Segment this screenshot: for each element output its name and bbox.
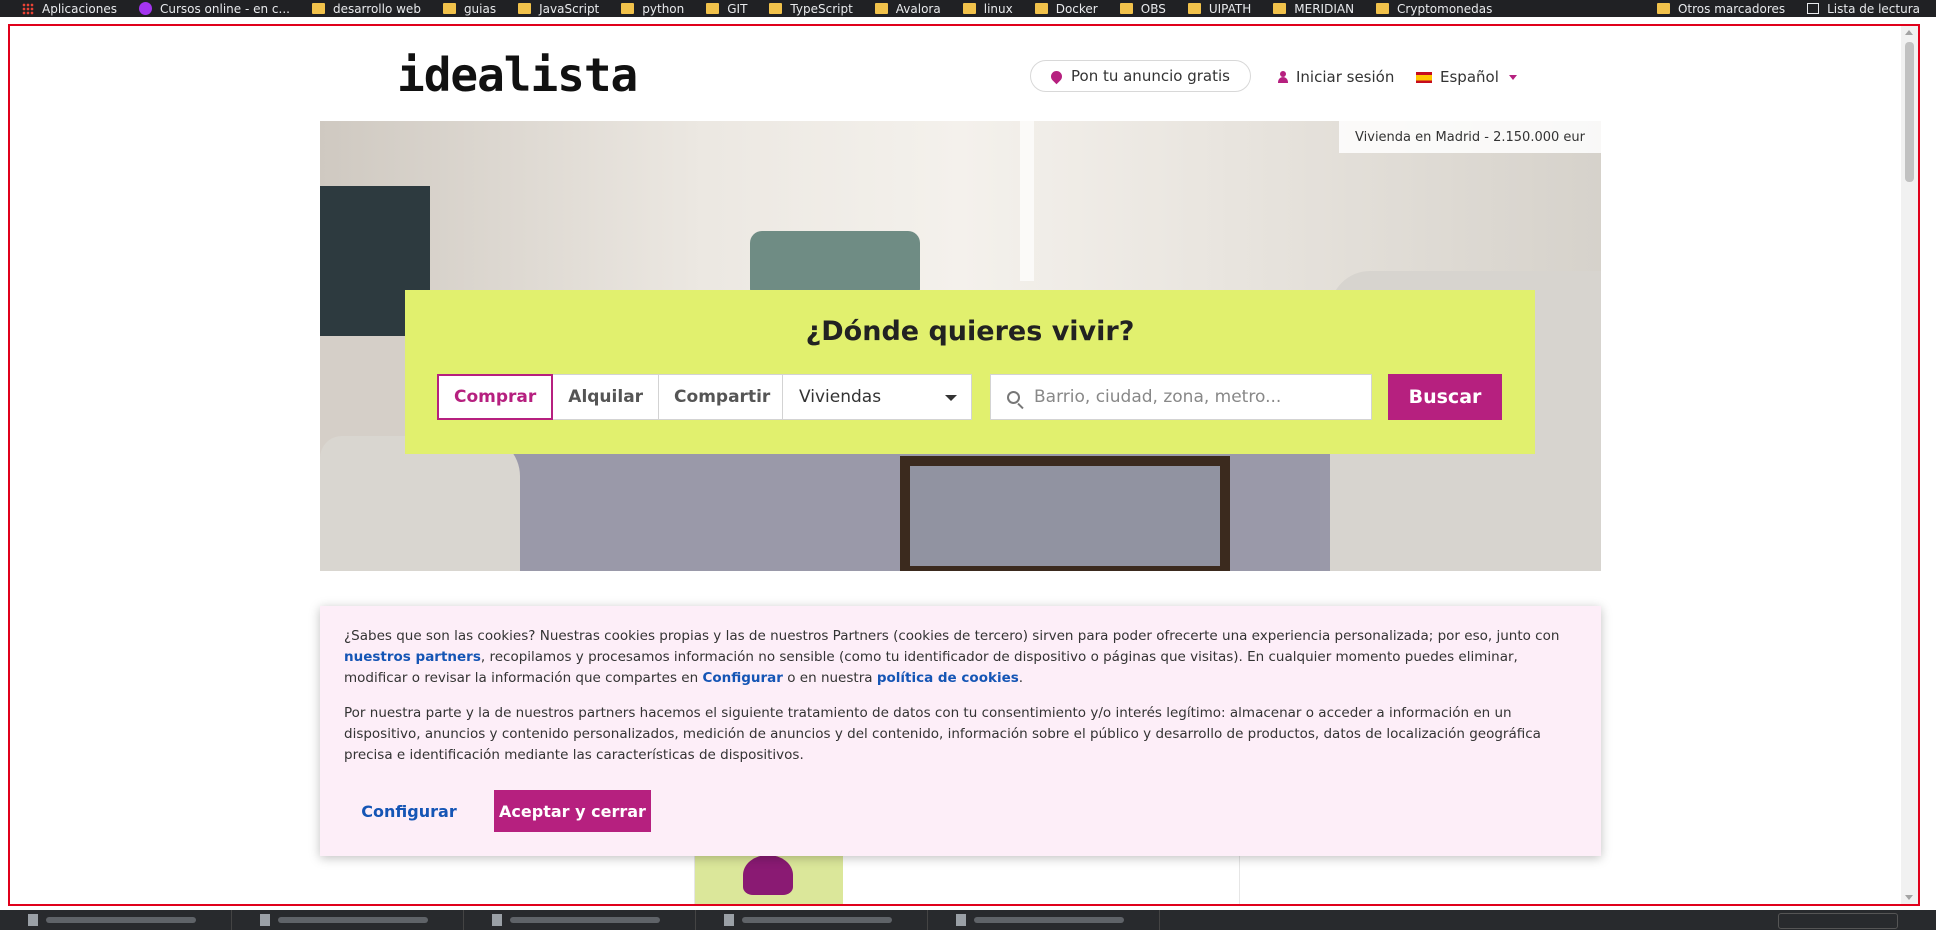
bookmark-folder[interactable]: Docker (1034, 2, 1098, 16)
operation-tabs: Comprar Alquilar Compartir (437, 374, 787, 420)
folder-icon (1656, 3, 1670, 14)
search-title: ¿Dónde quieres vivir? (805, 316, 1135, 347)
post-ad-button[interactable]: Pon tu anuncio gratis (1030, 60, 1251, 92)
download-item[interactable] (464, 910, 696, 930)
location-placeholder: Barrio, ciudad, zona, metro... (1034, 387, 1282, 407)
bookmark-reading-list[interactable]: Lista de lectura (1807, 2, 1920, 16)
file-icon (28, 914, 38, 926)
spain-flag-icon (1416, 71, 1432, 83)
chevron-down-icon (1508, 74, 1517, 80)
bookmarks-bar: Aplicaciones Cursos online - en c... des… (0, 0, 1936, 17)
configure-button[interactable]: Configurar (344, 790, 474, 832)
accept-close-button[interactable]: Aceptar y cerrar (494, 790, 651, 832)
folder-icon (1376, 3, 1390, 14)
bookmark-other[interactable]: Otros marcadores (1656, 2, 1785, 16)
download-item[interactable] (0, 910, 232, 930)
folder-icon (1119, 3, 1133, 14)
property-type-value: Viviendas (799, 387, 882, 407)
bookmark-folder[interactable]: GIT (706, 2, 747, 16)
cookie-text-2: Por nuestra parte y la de nuestros partn… (344, 705, 1541, 763)
bookmark-folder[interactable]: Avalora (874, 2, 941, 16)
login-link[interactable]: Iniciar sesión (1278, 68, 1394, 86)
pin-icon (1048, 68, 1065, 84)
tab-comprar[interactable]: Comprar (437, 374, 554, 420)
bookmark-folder[interactable]: OBS (1119, 2, 1166, 16)
scroll-up-arrow-icon[interactable] (1905, 30, 1913, 35)
chevron-down-icon (945, 395, 957, 401)
flower-illustration (743, 855, 793, 895)
cookie-policy-link[interactable]: política de cookies (877, 670, 1019, 686)
cookie-text-1: ¿Sabes que son las cookies? Nuestras coo… (344, 628, 1560, 686)
search-button[interactable]: Buscar (1388, 374, 1502, 420)
language-label: Español (1440, 68, 1499, 86)
folder-icon (1034, 3, 1048, 14)
login-label: Iniciar sesión (1296, 68, 1395, 86)
search-icon (1007, 390, 1020, 404)
folder-icon (442, 3, 456, 14)
bookmark-folder[interactable]: TypeScript (769, 2, 853, 16)
search-panel: ¿Dónde quieres vivir? Comprar Alquilar C… (405, 290, 1535, 454)
page-viewport: idealista Pon tu anuncio gratis Iniciar … (8, 24, 1920, 906)
vertical-scrollbar[interactable] (1901, 26, 1918, 904)
bookmark-folder[interactable]: UIPATH (1187, 2, 1251, 16)
bookmark-cursos[interactable]: Cursos online - en c... (138, 2, 290, 16)
file-icon (956, 914, 966, 926)
cookie-banner: ¿Sabes que son las cookies? Nuestras coo… (320, 606, 1601, 856)
bookmark-folder[interactable]: desarrollo web (311, 2, 421, 16)
folder-icon (706, 3, 720, 14)
bookmark-aplicaciones[interactable]: Aplicaciones (22, 2, 117, 16)
show-all-downloads-button[interactable] (1778, 913, 1898, 929)
scroll-down-arrow-icon[interactable] (1905, 895, 1913, 900)
tab-alquilar[interactable]: Alquilar (553, 375, 660, 419)
folder-icon (962, 3, 976, 14)
bookmark-folder[interactable]: linux (962, 2, 1013, 16)
location-search-input[interactable]: Barrio, ciudad, zona, metro... (990, 374, 1372, 420)
scrollbar-thumb[interactable] (1905, 42, 1914, 182)
download-item[interactable] (232, 910, 464, 930)
partners-link[interactable]: nuestros partners (344, 649, 481, 665)
bookmark-folder[interactable]: JavaScript (518, 2, 599, 16)
folder-icon (518, 3, 532, 14)
folder-icon (1273, 3, 1287, 14)
bookmark-folder[interactable]: MERIDIAN (1273, 2, 1354, 16)
photo-caption[interactable]: Vivienda en Madrid - 2.150.000 eur (1339, 121, 1601, 153)
bookmark-folder[interactable]: python (621, 2, 684, 16)
apps-grid-icon (22, 2, 34, 15)
download-item[interactable] (928, 910, 1160, 930)
udemy-icon (138, 2, 152, 15)
bookmark-folder[interactable]: Cryptomonedas (1376, 2, 1492, 16)
reading-list-icon (1807, 3, 1820, 14)
folder-icon (1187, 3, 1201, 14)
folder-icon (769, 3, 783, 14)
downloads-bar (0, 910, 1936, 930)
post-ad-label: Pon tu anuncio gratis (1071, 67, 1230, 85)
file-icon (260, 914, 270, 926)
language-selector[interactable]: Español (1416, 68, 1517, 86)
folder-icon (311, 3, 325, 14)
download-item[interactable] (696, 910, 928, 930)
idealista-logo[interactable]: idealista (397, 48, 638, 102)
property-type-select[interactable]: Viviendas (782, 374, 972, 420)
folder-icon (621, 3, 635, 14)
bookmark-folder[interactable]: guias (442, 2, 496, 16)
file-icon (724, 914, 734, 926)
file-icon (492, 914, 502, 926)
user-icon (1278, 71, 1288, 83)
configure-link[interactable]: Configurar (702, 670, 783, 686)
folder-icon (874, 3, 888, 14)
tab-compartir[interactable]: Compartir (659, 375, 785, 419)
